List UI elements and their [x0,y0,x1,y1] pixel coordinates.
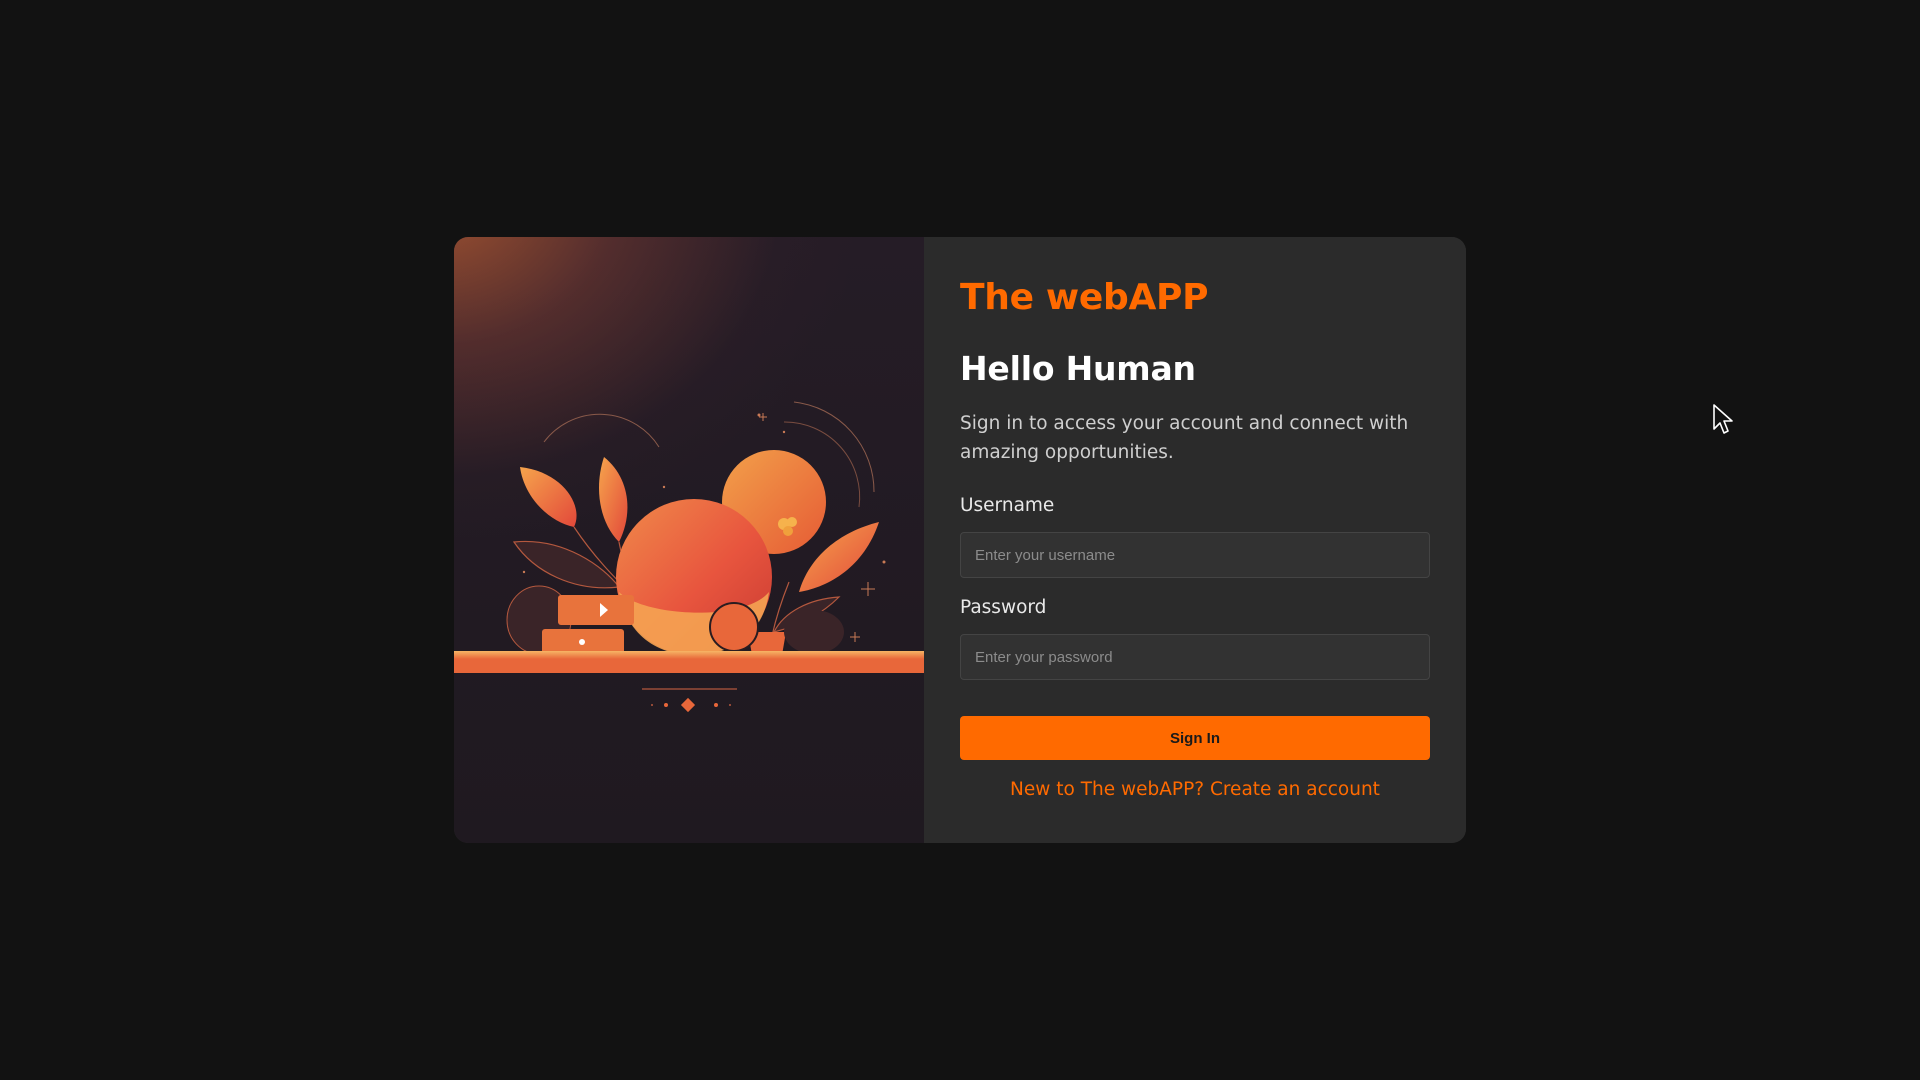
login-form-panel: The webAPP Hello Human Sign in to access… [924,237,1466,843]
password-field[interactable] [960,634,1430,680]
mouse-cursor-icon [1713,404,1733,434]
login-card: The webAPP Hello Human Sign in to access… [454,237,1466,843]
create-account-link[interactable]: New to The webAPP? Create an account [960,779,1430,800]
password-label: Password [960,597,1047,618]
page-title: Hello Human [960,349,1196,388]
illustration-panel [454,237,924,843]
botanical-illustration [454,401,924,713]
brand-title: The webAPP [960,277,1209,318]
username-label: Username [960,495,1055,516]
login-subtitle: Sign in to access your account and conne… [960,413,1409,463]
username-field[interactable] [960,532,1430,578]
sign-in-button[interactable]: Sign In [960,716,1430,760]
